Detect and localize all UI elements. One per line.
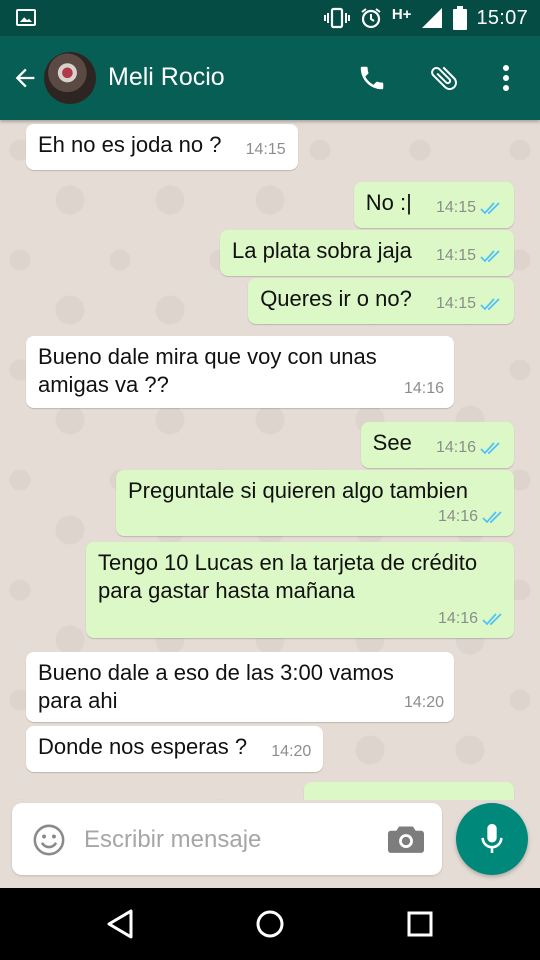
message-outgoing[interactable]: La plata sobra jaja 14:15 (220, 230, 514, 276)
system-nav-bar (0, 888, 540, 960)
nav-recents-button[interactable] (400, 904, 440, 944)
message-incoming[interactable]: Donde nos esperas ? 14:20 (26, 726, 324, 772)
message-time: 14:15 (436, 242, 502, 270)
message-text: Donde nos esperas ? (38, 734, 248, 759)
message-list[interactable]: Eh no es joda no ? 14:15 No :| 14:15 La … (0, 120, 540, 800)
status-bar: H+ 15:07 (0, 0, 540, 36)
network-type: H+ (391, 5, 412, 23)
status-icons: H+ 15:07 (323, 4, 528, 32)
phone-icon (360, 66, 384, 90)
clock: 15:07 (476, 6, 528, 29)
back-button[interactable] (8, 58, 42, 98)
read-ticks-icon (480, 442, 500, 455)
message-text: Bueno dale mira que voy con unas amigas … (38, 344, 383, 397)
nav-recents-icon (407, 911, 433, 937)
read-ticks-icon (480, 298, 500, 311)
read-ticks-icon (480, 250, 500, 263)
message-text: Eh no es joda no ? (38, 132, 222, 157)
message-incoming[interactable]: Bueno dale mira que voy con unas amigas … (26, 336, 454, 408)
alarm-icon (361, 8, 381, 29)
read-ticks-icon (480, 202, 500, 215)
message-outgoing[interactable]: Preguntale si quieren algo tambien 14:16 (116, 470, 514, 536)
avatar[interactable] (44, 52, 96, 104)
message-outgoing[interactable]: Queres ir o no? 14:15 (248, 278, 514, 324)
message-composer (12, 803, 442, 875)
message-incoming[interactable]: Bueno dale a eso de las 3:00 vamos para … (26, 652, 454, 722)
menu-button[interactable] (486, 58, 526, 98)
message-text: No :| (365, 190, 412, 215)
nav-home-button[interactable] (250, 904, 290, 944)
image-notification-icon (16, 9, 36, 26)
message-time: 14:15 (245, 141, 286, 158)
message-time: 14:15 (436, 290, 502, 318)
message-text: Preguntale si quieren algo tambien (128, 478, 469, 503)
call-button[interactable] (352, 58, 392, 98)
message-time: 14:20 (403, 694, 444, 711)
read-ticks-icon (482, 511, 502, 524)
message-time: 14:16 (403, 380, 444, 397)
message-outgoing[interactable]: Tengo 10 Lucas en la tarjeta de crédito … (86, 542, 514, 638)
message-text: See (372, 430, 412, 455)
read-ticks-icon (482, 613, 502, 626)
attach-icon (431, 66, 457, 91)
message-text: Tengo 10 Lucas en la tarjeta de crédito … (98, 550, 484, 603)
back-arrow-icon (15, 68, 35, 88)
attach-button[interactable] (424, 58, 464, 98)
message-time: 14:16 (438, 503, 504, 531)
message-text: La plata sobra jaja (232, 238, 412, 263)
message-input[interactable] (84, 821, 374, 859)
contact-name[interactable]: Meli Rocio (108, 63, 225, 92)
vibrate-icon (323, 7, 350, 29)
message-text: Queres ir o no? (260, 286, 412, 311)
nav-home-icon (256, 910, 284, 938)
mic-icon (481, 823, 503, 853)
camera-icon[interactable] (388, 823, 424, 855)
more-vert-icon (503, 65, 509, 91)
message-time: 14:15 (436, 194, 502, 222)
emoji-icon[interactable] (32, 823, 66, 857)
signal-icon (422, 8, 443, 28)
nav-back-icon (107, 909, 133, 939)
message-time: 14:20 (271, 743, 312, 760)
message-text: Bueno dale a eso de las 3:00 vamos para … (38, 660, 401, 713)
message-outgoing[interactable]: See 14:16 (360, 422, 514, 468)
voice-record-button[interactable] (456, 803, 528, 875)
message-outgoing-partial[interactable] (304, 782, 514, 800)
battery-icon (453, 6, 468, 30)
message-outgoing[interactable]: No :| 14:15 (353, 182, 514, 228)
message-incoming[interactable]: Eh no es joda no ? 14:15 (26, 124, 298, 170)
chat-header: Meli Rocio (0, 36, 540, 120)
nav-back-button[interactable] (100, 904, 140, 944)
message-time: 14:16 (438, 605, 504, 633)
message-time: 14:16 (436, 434, 502, 462)
